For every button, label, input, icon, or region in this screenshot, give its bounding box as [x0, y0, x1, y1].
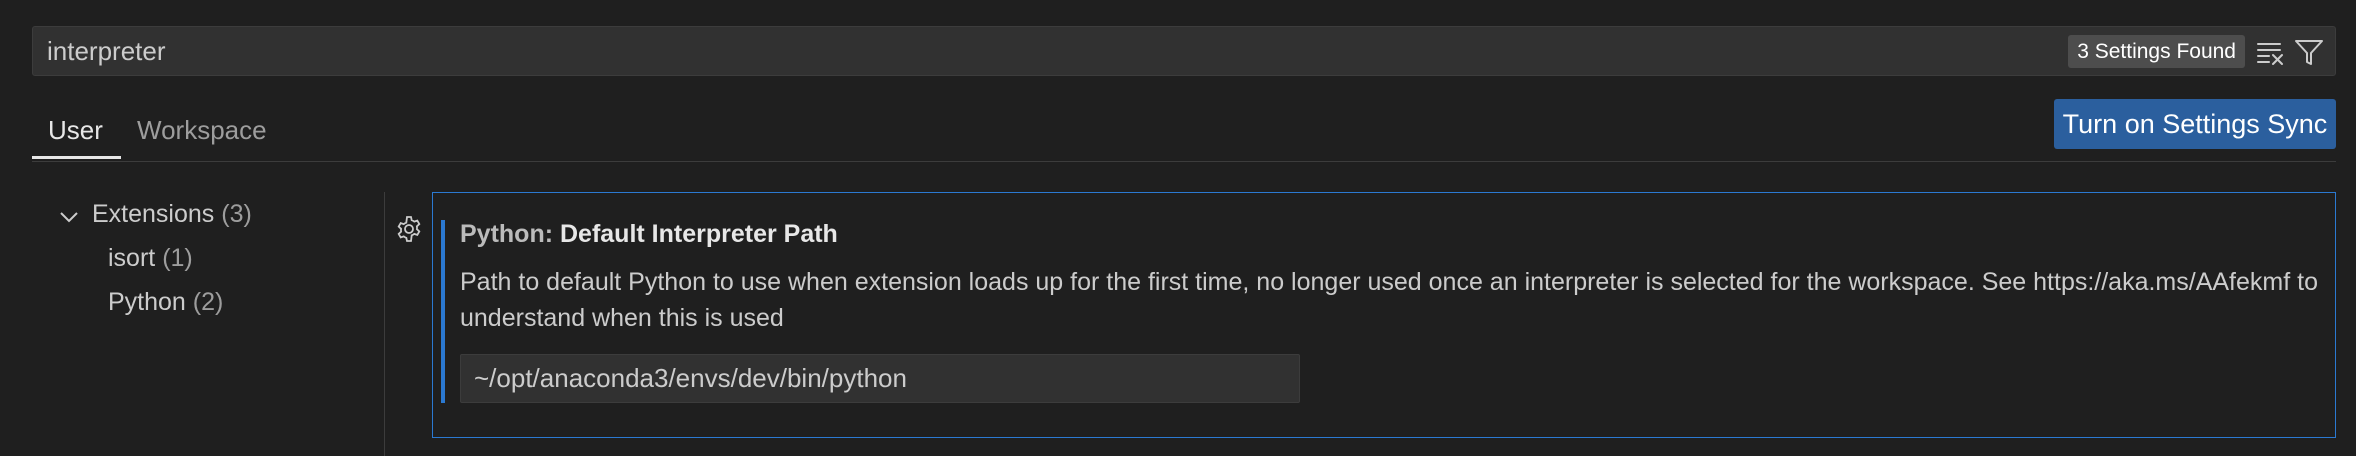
active-tab-indicator — [32, 156, 121, 159]
modified-indicator-bar — [441, 220, 445, 403]
setting-description: Path to default Python to use when exten… — [460, 268, 2318, 332]
toc-item-isort[interactable]: isort (1) — [108, 244, 193, 273]
gear-icon[interactable] — [394, 214, 424, 244]
toc-sash-divider[interactable] — [384, 192, 385, 456]
clear-filter-icon[interactable] — [2255, 36, 2287, 68]
default-interpreter-path-input[interactable] — [460, 354, 1300, 403]
toc-extensions-label: Extensions — [92, 200, 215, 228]
toc-extensions-count: (3) — [221, 200, 252, 228]
setting-category: Python: — [460, 220, 560, 248]
settings-search-bar: 3 Settings Found — [32, 26, 2336, 76]
toc-isort-count: (1) — [162, 244, 193, 272]
filter-icon[interactable] — [2293, 36, 2325, 68]
chevron-down-icon[interactable] — [58, 206, 80, 228]
tabs-divider — [32, 161, 2336, 162]
setting-title: Python: Default Interpreter Path — [460, 220, 838, 249]
toc-item-label: Extensions (3) — [92, 200, 252, 229]
toc-python-label: Python — [108, 288, 186, 316]
settings-search-input[interactable] — [47, 27, 1947, 75]
toc-python-count: (2) — [192, 288, 224, 316]
turn-on-settings-sync-button[interactable]: Turn on Settings Sync — [2054, 99, 2336, 149]
toc-isort-label: isort — [108, 244, 156, 272]
tab-user[interactable]: User — [48, 104, 103, 156]
toc-item-python[interactable]: Python (2) — [108, 288, 223, 317]
tab-workspace[interactable]: Workspace — [137, 104, 267, 156]
setting-name: Default Interpreter Path — [560, 220, 838, 248]
results-count-badge: 3 Settings Found — [2068, 35, 2245, 68]
